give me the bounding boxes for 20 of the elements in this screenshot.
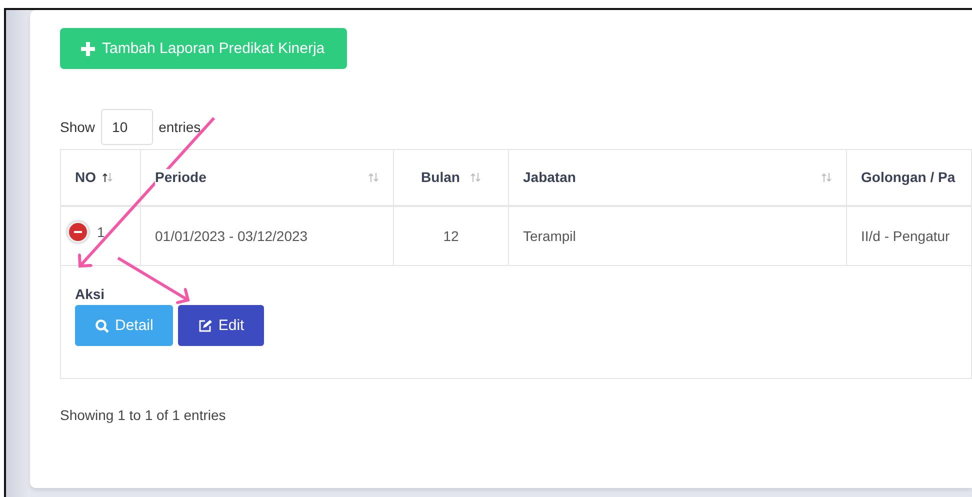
column-header[interactable]: Periode: [140, 150, 394, 206]
edit-button[interactable]: Edit: [178, 305, 264, 346]
column-header[interactable]: Golongan / Pa: [846, 150, 972, 206]
table-cell: 1: [60, 206, 140, 266]
column-header[interactable]: Bulan: [394, 150, 508, 206]
search-icon: [95, 318, 109, 332]
table-cell: 01/01/2023 - 03/12/2023: [140, 206, 394, 266]
entries-label: entries: [158, 119, 201, 135]
show-label: Show: [60, 119, 96, 135]
row-toggle[interactable]: [67, 221, 89, 244]
table-cell: 12: [394, 206, 508, 266]
column-header[interactable]: Jabatan: [508, 150, 846, 206]
edit-icon: [198, 318, 212, 332]
entries-select[interactable]: 10: [101, 109, 153, 145]
actions-label: Aksi: [75, 286, 106, 302]
table-cell: II/d - Pengatur: [846, 206, 972, 266]
column-header[interactable]: NO: [60, 150, 140, 206]
plus-icon: [80, 40, 96, 56]
entries-info: Showing 1 to 1 of 1 entries: [60, 407, 227, 423]
table-cell: Terampil: [508, 206, 846, 266]
